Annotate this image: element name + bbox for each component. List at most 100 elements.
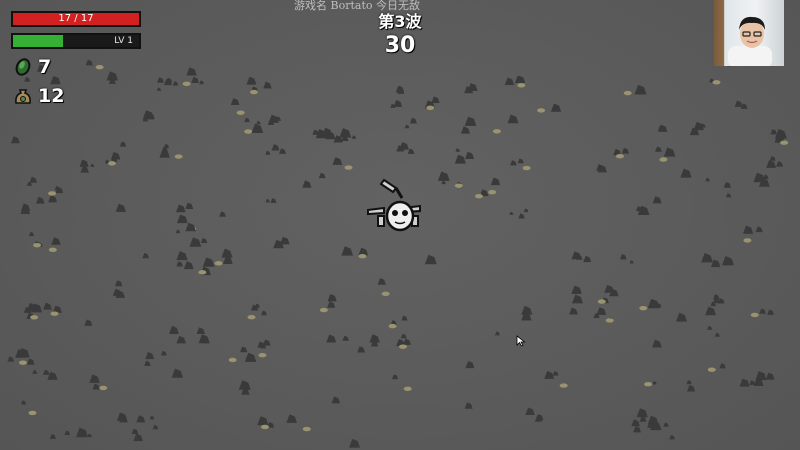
rock-decoration bbox=[157, 77, 164, 83]
rock-decoration bbox=[152, 424, 159, 430]
moss-tuft-decoration bbox=[750, 312, 759, 318]
rock-decoration bbox=[29, 176, 38, 183]
rock-decoration bbox=[339, 128, 352, 138]
webcam-overlay bbox=[714, 0, 784, 66]
moss-tuft-decoration bbox=[381, 291, 390, 297]
rock-decoration bbox=[631, 419, 640, 427]
rock-decoration bbox=[256, 120, 261, 125]
level-text: LV 1 bbox=[114, 36, 133, 46]
rock-decoration bbox=[32, 369, 38, 374]
rock-decoration bbox=[770, 129, 777, 135]
rock-decoration bbox=[85, 59, 93, 66]
moss-tuft-decoration bbox=[537, 108, 546, 113]
rock-decoration bbox=[261, 310, 267, 316]
rock-decoration bbox=[176, 214, 188, 224]
rock-decoration bbox=[75, 427, 88, 438]
moss-tuft-decoration bbox=[30, 315, 39, 320]
rock-decoration bbox=[755, 226, 763, 233]
rock-decoration bbox=[734, 100, 743, 107]
rock-decoration bbox=[409, 117, 417, 124]
moss-tuft-decoration bbox=[48, 247, 57, 253]
rock-decoration bbox=[131, 428, 139, 435]
rock-decoration bbox=[254, 303, 260, 308]
rock-decoration bbox=[464, 116, 477, 126]
rock-decoration bbox=[686, 384, 696, 392]
rock-decoration bbox=[401, 315, 408, 321]
health-bar: 17 / 17 bbox=[11, 11, 141, 27]
rock-decoration bbox=[176, 335, 186, 344]
moss-tuft-decoration bbox=[707, 367, 716, 372]
rock-decoration bbox=[185, 202, 194, 209]
rock-decoration bbox=[569, 307, 578, 315]
moss-tuft-decoration bbox=[174, 154, 183, 159]
rock-decoration bbox=[331, 396, 341, 404]
rock-decoration bbox=[465, 151, 475, 159]
rock-decoration bbox=[707, 325, 713, 330]
rock-decoration bbox=[50, 75, 61, 85]
rock-decoration bbox=[332, 157, 343, 165]
rock-decoration bbox=[351, 135, 357, 139]
rock-decoration bbox=[263, 81, 272, 89]
moss-tuft-decoration bbox=[182, 81, 191, 86]
moss-tuft-decoration bbox=[50, 311, 59, 316]
rock-decoration bbox=[230, 98, 240, 106]
rock-decoration bbox=[221, 248, 233, 258]
rock-decoration bbox=[172, 81, 179, 86]
rock-decoration bbox=[766, 160, 777, 168]
bag-counter: 12 bbox=[12, 85, 64, 107]
rock-decoration bbox=[145, 352, 155, 360]
moss-tuft-decoration bbox=[623, 90, 632, 96]
rock-decoration bbox=[765, 372, 775, 380]
rock-decoration bbox=[377, 278, 386, 285]
rock-decoration bbox=[200, 237, 208, 244]
rock-decoration bbox=[460, 126, 470, 134]
rock-decoration bbox=[43, 369, 50, 375]
rock-decoration bbox=[723, 181, 732, 188]
rock-decoration bbox=[392, 374, 399, 380]
moss-tuft-decoration bbox=[403, 386, 412, 392]
rock-decoration bbox=[251, 123, 264, 134]
rock-decoration bbox=[265, 198, 270, 203]
rock-decoration bbox=[571, 286, 582, 294]
rock-decoration bbox=[246, 76, 257, 85]
mouse-cursor-icon bbox=[516, 335, 526, 347]
rock-decoration bbox=[106, 71, 118, 81]
rock-decoration bbox=[403, 338, 411, 345]
material-bag-icon bbox=[15, 89, 31, 104]
rock-decoration bbox=[327, 301, 336, 308]
rock-decoration bbox=[28, 231, 35, 237]
rock-decoration bbox=[191, 76, 199, 84]
rock-decoration bbox=[663, 147, 676, 157]
rock-decoration bbox=[494, 331, 500, 336]
rock-decoration bbox=[393, 100, 403, 107]
rock-decoration bbox=[655, 146, 662, 152]
rock-decoration bbox=[163, 143, 170, 149]
moss-tuft-decoration bbox=[605, 318, 614, 323]
experience-bar: LV 1 bbox=[11, 33, 141, 49]
health-text: 17 / 17 bbox=[58, 13, 94, 24]
rock-decoration bbox=[54, 185, 60, 191]
moss-tuft-decoration bbox=[517, 83, 526, 88]
rock-decoration bbox=[507, 114, 519, 124]
moss-tuft-decoration bbox=[388, 323, 397, 329]
rock-decoration bbox=[719, 363, 726, 369]
rock-decoration bbox=[341, 246, 354, 256]
rock-decoration bbox=[136, 415, 146, 423]
rock-decoration bbox=[185, 222, 196, 232]
rock-decoration bbox=[176, 261, 183, 267]
rock-decoration bbox=[705, 306, 717, 316]
moss-tuft-decoration bbox=[488, 190, 497, 195]
rock-decoration bbox=[90, 163, 95, 167]
rock-decoration bbox=[176, 204, 186, 213]
moss-tuft-decoration bbox=[99, 385, 108, 391]
rock-decoration bbox=[583, 255, 592, 263]
rock-decoration bbox=[87, 433, 92, 438]
rock-decoration bbox=[64, 430, 71, 435]
rock-decoration bbox=[257, 341, 266, 348]
moss-tuft-decoration bbox=[48, 191, 57, 196]
wave-label: 第3波 bbox=[378, 12, 422, 31]
rock-decoration bbox=[160, 350, 167, 356]
rock-decoration bbox=[171, 368, 183, 378]
rock-decoration bbox=[680, 168, 692, 178]
moss-tuft-decoration bbox=[344, 165, 353, 170]
